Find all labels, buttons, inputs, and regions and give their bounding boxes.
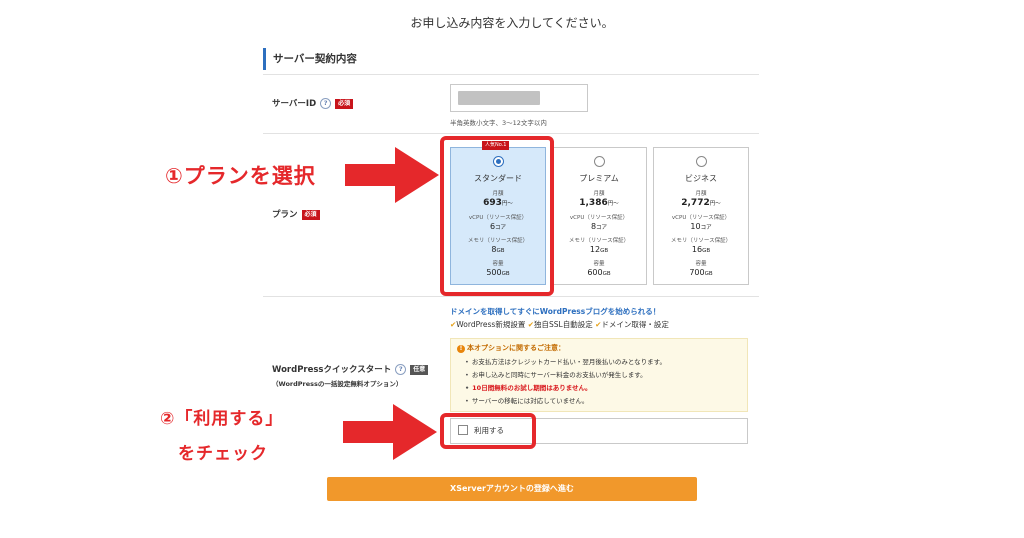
highlight-frame-plan (440, 136, 554, 296)
server-id-hint: 半角英数小文字、3〜12文字以内 (450, 119, 547, 127)
arrow-right-icon (343, 404, 437, 460)
plan-storage: 600GB (587, 268, 611, 277)
notice-item: サーバーの移転には対応していません。 (465, 395, 741, 408)
plan-storage: 700GB (689, 268, 713, 277)
arrow-right-icon (345, 147, 439, 203)
wp-sublabel: （WordPressの一括設定無料オプション） (272, 380, 403, 388)
plan-memory-label: メモリ（リソース保証） (670, 238, 732, 244)
plan-price: 2,772円〜 (681, 198, 721, 208)
wp-label-group: WordPressクイックスタート? 任意 (272, 363, 429, 375)
server-id-label-group: サーバーID? 必須 (272, 97, 354, 109)
notice-item: 10日間無料のお試し期間はありません。 (465, 382, 741, 395)
submit-button[interactable]: XServerアカウントの登録へ進む (327, 477, 697, 501)
plan-vcpu: 10コア (690, 222, 712, 231)
plan-storage-label: 容量 (695, 261, 707, 267)
annotation-step2-line1: ②「利用する」 (160, 409, 284, 429)
server-id-label: サーバーID (272, 99, 317, 109)
plan-card-premium[interactable]: プレミアム 月額 1,386円〜 vCPU（リソース保証） 8コア メモリ（リソ… (551, 147, 647, 285)
plan-label: プラン (272, 210, 298, 220)
plan-memory-label: メモリ（リソース保証） (568, 238, 630, 244)
page-title: お申し込み内容を入力してください。 (410, 16, 614, 30)
plan-vcpu: 8コア (590, 222, 608, 231)
help-icon[interactable]: ? (395, 364, 407, 375)
required-badge: 必須 (301, 209, 320, 220)
warning-icon: ! (457, 345, 465, 353)
wp-features: ✔WordPress新規設置 ✔独自SSL自動設定 ✔ドメイン取得・設定 (450, 320, 669, 329)
plan-vcpu-label: vCPU（リソース保証） (671, 215, 731, 221)
notice-item: お支払方法はクレジットカード払い・翌月後払いのみとなります。 (465, 356, 741, 369)
plan-price-label: 月額 (593, 191, 605, 197)
plan-price: 1,386円〜 (579, 198, 619, 208)
plan-name: ビジネス (685, 174, 717, 183)
help-icon[interactable]: ? (320, 98, 332, 109)
divider (263, 133, 759, 134)
divider (263, 296, 759, 297)
plan-vcpu-label: vCPU（リソース保証） (569, 215, 629, 221)
section-title: サーバー契約内容 (263, 48, 767, 70)
plan-memory: 12GB (589, 245, 609, 254)
plan-name: プレミアム (579, 174, 619, 183)
notice-item: お申し込みと同時にサーバー料金のお支払いが発生します。 (465, 369, 741, 382)
notice-box: !本オプションに関するご注意： お支払方法はクレジットカード払い・翌月後払いのみ… (450, 338, 748, 412)
annotation-step2-line2: をチェック (178, 444, 268, 464)
optional-badge: 任意 (410, 364, 429, 375)
wp-label: WordPressクイックスタート (272, 365, 392, 375)
wp-promo: ドメインを取得してすぐにWordPressブログを始められる！ (450, 307, 661, 316)
plan-card-business[interactable]: ビジネス 月額 2,772円〜 vCPU（リソース保証） 10コア メモリ（リソ… (653, 147, 749, 285)
notice-title: ! 本オプションに関するご注意： (457, 343, 741, 353)
highlight-frame-checkbox (440, 413, 536, 449)
divider (263, 74, 759, 75)
plan-storage-label: 容量 (593, 261, 605, 267)
server-id-value-redacted (458, 91, 540, 105)
plan-price-label: 月額 (695, 191, 707, 197)
plan-radio-business[interactable] (695, 156, 707, 167)
plan-memory: 16GB (691, 245, 711, 254)
annotation-step1: ①プランを選択 (165, 164, 316, 188)
required-badge: 必須 (335, 98, 354, 109)
plan-label-group: プラン 必須 (272, 208, 320, 220)
plan-radio-premium[interactable] (593, 156, 605, 167)
